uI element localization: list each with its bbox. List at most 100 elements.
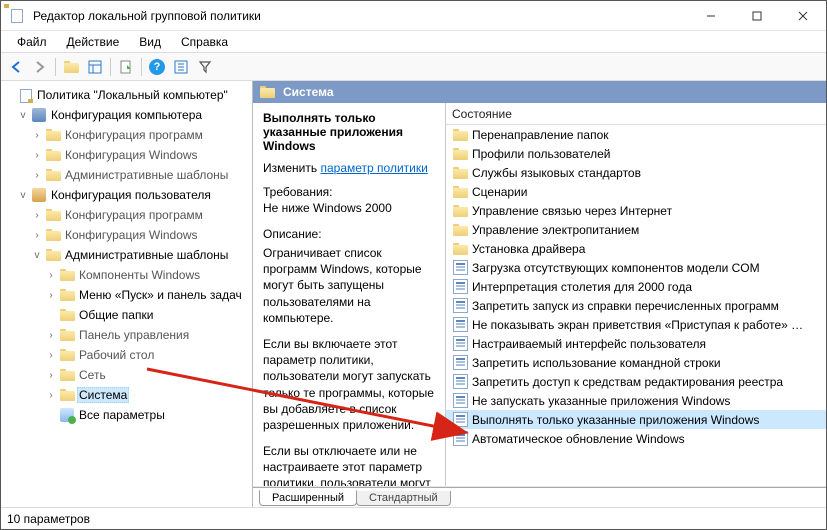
- settings-list[interactable]: Состояние Перенаправление папок Профили п…: [446, 103, 826, 486]
- list-setting-item[interactable]: Не показывать экран приветствия «Приступ…: [446, 315, 826, 334]
- folder-icon: [452, 241, 468, 257]
- list-item-label: Запретить использование командной строки: [472, 356, 721, 370]
- list-folder-item[interactable]: Управление связью через Интернет: [446, 201, 826, 220]
- list-folder-item[interactable]: Установка драйвера: [446, 239, 826, 258]
- list-item-label: Не запускать указанные приложения Window…: [472, 394, 730, 408]
- list-item-label: Интерпретация столетия для 2000 года: [472, 280, 692, 294]
- list-item-label: Автоматическое обновление Windows: [472, 432, 685, 446]
- folder-icon: [452, 203, 468, 219]
- close-button[interactable]: [780, 1, 826, 31]
- list-item-label: Службы языковых стандартов: [472, 166, 641, 180]
- tree-sharedfolders[interactable]: Общие папки: [3, 305, 250, 325]
- list-setting-item[interactable]: Выполнять только указанные приложения Wi…: [446, 410, 826, 429]
- tree-admin-c[interactable]: ›Административные шаблоны: [3, 165, 250, 185]
- list-folder-item[interactable]: Перенаправление папок: [446, 125, 826, 144]
- list-item-label: Установка драйвера: [472, 242, 585, 256]
- policy-icon: [452, 260, 468, 276]
- policy-icon: [452, 355, 468, 371]
- requirements-value: Не ниже Windows 2000: [263, 201, 435, 215]
- list-folder-item[interactable]: Управление электропитанием: [446, 220, 826, 239]
- tree-pane: Политика "Локальный компьютер" vКонфигур…: [1, 81, 253, 507]
- tree-system[interactable]: ›Система: [3, 385, 250, 405]
- list-item-label: Загрузка отсутствующих компонентов модел…: [472, 261, 760, 275]
- policy-icon: [452, 317, 468, 333]
- show-hide-tree-button[interactable]: [84, 56, 106, 78]
- list-setting-item[interactable]: Не запускать указанные приложения Window…: [446, 391, 826, 410]
- list-setting-item[interactable]: Настраиваемый интерфейс пользователя: [446, 334, 826, 353]
- export-list-button[interactable]: [115, 56, 137, 78]
- list-item-label: Перенаправление папок: [472, 128, 609, 142]
- tree-computer-config[interactable]: vКонфигурация компьютера: [3, 105, 250, 125]
- tree-windows-c[interactable]: ›Конфигурация Windows: [3, 145, 250, 165]
- list-item-label: Запретить доступ к средствам редактирова…: [472, 375, 783, 389]
- tab-standard[interactable]: Стандартный: [356, 491, 451, 506]
- back-button[interactable]: [5, 56, 27, 78]
- tree-startmenu[interactable]: ›Меню «Пуск» и панель задач: [3, 285, 250, 305]
- setting-title: Выполнять только указанные приложения Wi…: [263, 111, 435, 153]
- policy-icon: [452, 412, 468, 428]
- tree-root[interactable]: Политика "Локальный компьютер": [3, 85, 250, 105]
- policy-icon: [452, 279, 468, 295]
- tree-network[interactable]: ›Сеть: [3, 365, 250, 385]
- tree-components[interactable]: ›Компоненты Windows: [3, 265, 250, 285]
- status-bar: 10 параметров: [1, 507, 826, 529]
- tab-extended[interactable]: Расширенный: [259, 490, 357, 506]
- policy-icon: [452, 431, 468, 447]
- list-folder-item[interactable]: Сценарии: [446, 182, 826, 201]
- app-icon: [9, 8, 25, 24]
- menu-file[interactable]: Файл: [7, 31, 57, 52]
- tree-admin-u[interactable]: vАдминистративные шаблоны: [3, 245, 250, 265]
- tree-software-c[interactable]: ›Конфигурация программ: [3, 125, 250, 145]
- list-setting-item[interactable]: Автоматическое обновление Windows: [446, 429, 826, 448]
- window-title: Редактор локальной групповой политики: [33, 9, 688, 23]
- description-label: Описание:: [263, 227, 435, 241]
- list-setting-item[interactable]: Запретить доступ к средствам редактирова…: [446, 372, 826, 391]
- menu-view[interactable]: Вид: [129, 31, 171, 52]
- filter-options-button[interactable]: [170, 56, 192, 78]
- tree-desktop[interactable]: ›Рабочий стол: [3, 345, 250, 365]
- list-item-label: Управление связью через Интернет: [472, 204, 672, 218]
- list-item-label: Запретить запуск из справки перечисленны…: [472, 299, 779, 313]
- tree-controlpanel[interactable]: ›Панель управления: [3, 325, 250, 345]
- list-setting-item[interactable]: Загрузка отсутствующих компонентов модел…: [446, 258, 826, 277]
- policy-icon: [452, 393, 468, 409]
- help-icon: ?: [149, 59, 165, 75]
- list-folder-item[interactable]: Профили пользователей: [446, 144, 826, 163]
- requirements-label: Требования:: [263, 185, 435, 199]
- filter-button[interactable]: [194, 56, 216, 78]
- list-setting-item[interactable]: Запретить использование командной строки: [446, 353, 826, 372]
- menu-bar: Файл Действие Вид Справка: [1, 31, 826, 53]
- description-text: Ограничивает список программ Windows, ко…: [263, 245, 435, 486]
- folder-icon: [452, 127, 468, 143]
- maximize-button[interactable]: [734, 1, 780, 31]
- toolbar: ?: [1, 53, 826, 81]
- help-button[interactable]: ?: [146, 56, 168, 78]
- tree-user-config[interactable]: vКонфигурация пользователя: [3, 185, 250, 205]
- menu-action[interactable]: Действие: [57, 31, 130, 52]
- tree-software-u[interactable]: ›Конфигурация программ: [3, 205, 250, 225]
- folder-icon: [452, 184, 468, 200]
- folder-icon: [452, 222, 468, 238]
- folder-icon: [452, 165, 468, 181]
- tree-allsettings[interactable]: Все параметры: [3, 405, 250, 425]
- list-folder-item[interactable]: Службы языковых стандартов: [446, 163, 826, 182]
- folder-icon: [452, 146, 468, 162]
- list-item-label: Управление электропитанием: [472, 223, 639, 237]
- list-setting-item[interactable]: Запретить запуск из справки перечисленны…: [446, 296, 826, 315]
- up-folder-button[interactable]: [60, 56, 82, 78]
- status-text: 10 параметров: [7, 512, 90, 526]
- tree-windows-u[interactable]: ›Конфигурация Windows: [3, 225, 250, 245]
- policy-icon: [452, 336, 468, 352]
- edit-policy-link[interactable]: параметр политики: [320, 161, 427, 175]
- list-item-label: Сценарии: [472, 185, 527, 199]
- forward-button[interactable]: [29, 56, 51, 78]
- policy-icon: [452, 298, 468, 314]
- view-tabs: Расширенный Стандартный: [253, 486, 826, 507]
- list-column-state[interactable]: Состояние: [446, 103, 826, 125]
- edit-label: Изменить: [263, 161, 317, 175]
- minimize-button[interactable]: [688, 1, 734, 31]
- menu-help[interactable]: Справка: [171, 31, 238, 52]
- list-setting-item[interactable]: Интерпретация столетия для 2000 года: [446, 277, 826, 296]
- pane-header: Система: [253, 81, 826, 103]
- list-item-label: Настраиваемый интерфейс пользователя: [472, 337, 706, 351]
